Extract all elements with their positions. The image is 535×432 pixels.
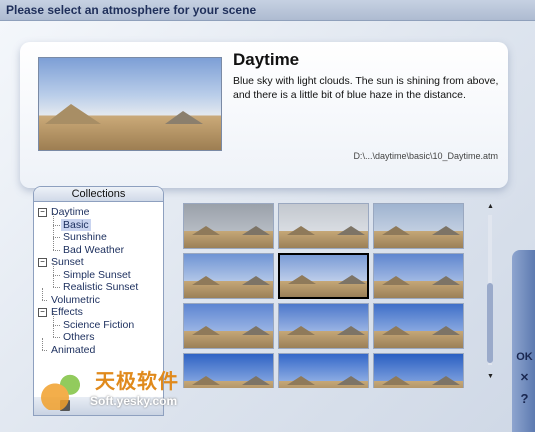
tree-line: [42, 287, 43, 300]
atmosphere-thumbnail[interactable]: [373, 253, 464, 299]
tree-item[interactable]: Basic: [38, 212, 162, 231]
thumbnail-hill: [192, 275, 220, 285]
scroll-down-icon[interactable]: ▼: [487, 373, 494, 380]
tree-item-label: Sunset: [51, 256, 84, 268]
tree-item-label: Simple Sunset: [63, 268, 131, 281]
help-button[interactable]: ?: [514, 389, 535, 409]
watermark-text: 天极软件: [95, 371, 179, 393]
atmosphere-thumbnail[interactable]: [373, 303, 464, 349]
watermark-url: Soft.yesky.com: [90, 394, 178, 408]
preview-file-path: D:\...\daytime\basic\10_Daytime.atm: [353, 151, 498, 161]
thumbnail-hill: [337, 325, 365, 335]
thumbnail-hill: [337, 375, 365, 385]
tree-item[interactable]: Animated: [38, 337, 162, 357]
tree-line: [53, 274, 60, 276]
tree-item-label: Volumetric: [51, 293, 101, 306]
tree-line: [53, 262, 54, 275]
thumbnail-hill: [337, 225, 365, 235]
thumbnail-hill: [192, 325, 220, 335]
tree-item[interactable]: Volumetric: [38, 287, 162, 307]
scroll-up-icon[interactable]: ▲: [487, 203, 494, 210]
tree-item[interactable]: Sunshine: [38, 225, 162, 244]
atmosphere-thumbnail[interactable]: [373, 353, 464, 388]
atmosphere-thumbnail[interactable]: [278, 203, 369, 249]
tree-line: [53, 312, 54, 325]
tree-line: [53, 212, 54, 225]
atmosphere-thumbnail[interactable]: [183, 253, 274, 299]
collapse-toggle-icon[interactable]: −: [38, 258, 47, 267]
thumbnail-hill: [382, 275, 410, 285]
atmosphere-thumbnail[interactable]: [183, 203, 274, 249]
tree-item[interactable]: Simple Sunset: [38, 262, 162, 282]
tree-line: [53, 249, 60, 251]
preview-title: Daytime: [233, 50, 300, 69]
tree-item-label: Effects: [51, 306, 83, 318]
thumbnail-hill: [432, 225, 460, 235]
ok-button[interactable]: OK: [514, 347, 535, 367]
tree-item-label: Daytime: [51, 206, 90, 218]
thumbnail-hill: [242, 225, 270, 235]
atmosphere-thumbnail-grid: [183, 203, 467, 388]
tree-item-label: Others: [63, 331, 95, 343]
tree-item[interactable]: Others: [38, 325, 162, 344]
tree-line: [42, 337, 43, 350]
thumbnail-hill: [382, 225, 410, 235]
tree-line: [53, 237, 60, 238]
thumbnail-hill: [242, 275, 270, 285]
watermark: 天极软件 Soft.yesky.com: [40, 362, 200, 417]
collapse-toggle-icon[interactable]: −: [38, 208, 47, 217]
tree-line: [53, 237, 54, 250]
tree-line: [53, 287, 60, 288]
preview-image: [38, 57, 222, 151]
thumbnail-hill: [338, 275, 366, 285]
thumbnail-hill: [382, 325, 410, 335]
tree-line: [42, 349, 47, 351]
cancel-button[interactable]: ✕: [514, 368, 535, 388]
tree-line: [53, 325, 54, 337]
collections-header: Collections: [34, 187, 163, 202]
thumbnail-hill: [432, 275, 460, 285]
tree-line: [53, 337, 60, 338]
tree-line: [53, 224, 60, 226]
tree-item-label: Animated: [51, 343, 96, 356]
thumbnail-hill: [192, 225, 220, 235]
atmosphere-thumbnail[interactable]: [278, 303, 369, 349]
tree-item-label: Bad Weather: [63, 243, 125, 256]
atmosphere-thumbnail[interactable]: [373, 203, 464, 249]
thumbnail-scrollbar[interactable]: ▲ ▼: [485, 203, 495, 383]
thumbnail-hill: [432, 325, 460, 335]
tree-item[interactable]: Science Fiction: [38, 312, 162, 332]
tree-item[interactable]: − Sunset: [38, 256, 162, 269]
tree-item[interactable]: Bad Weather: [38, 237, 162, 257]
tree-item[interactable]: − Effects: [38, 306, 162, 319]
tree-item[interactable]: − Daytime: [38, 206, 162, 219]
thumbnail-hill: [242, 375, 270, 385]
tree-item[interactable]: Realistic Sunset: [38, 275, 162, 294]
thumbnail-hill: [288, 275, 316, 285]
tree-item-label: Science Fiction: [63, 318, 135, 331]
scroll-thumb[interactable]: [487, 283, 493, 363]
thumbnail-hill: [287, 325, 315, 335]
thumbnail-hill: [242, 325, 270, 335]
tree-line: [53, 275, 54, 287]
thumbnail-hill: [287, 375, 315, 385]
dialog-titlebar: Please select an atmosphere for your sce…: [0, 0, 535, 21]
preview-description: Blue sky with light clouds. The sun is s…: [233, 75, 499, 101]
tree-item-label: Realistic Sunset: [63, 281, 139, 293]
atmosphere-thumbnail[interactable]: [278, 353, 369, 388]
collections-tree: − Daytime Basic Sunshine Bad Weather − Sunset S…: [38, 206, 162, 356]
atmosphere-thumbnail[interactable]: [278, 253, 369, 299]
tree-line: [42, 299, 47, 301]
collapse-toggle-icon[interactable]: −: [38, 308, 47, 317]
atmosphere-thumbnail[interactable]: [183, 303, 274, 349]
watermark-logo-icon: [40, 368, 90, 410]
tree-line: [53, 324, 60, 326]
thumbnail-hill: [382, 375, 410, 385]
thumbnail-hill: [287, 225, 315, 235]
tree-line: [53, 225, 54, 237]
tree-item-label: Basic: [61, 218, 91, 231]
thumbnail-hill: [432, 375, 460, 385]
dialog-title: Please select an atmosphere for your sce…: [6, 3, 257, 17]
tree-item-label: Sunshine: [63, 231, 107, 243]
